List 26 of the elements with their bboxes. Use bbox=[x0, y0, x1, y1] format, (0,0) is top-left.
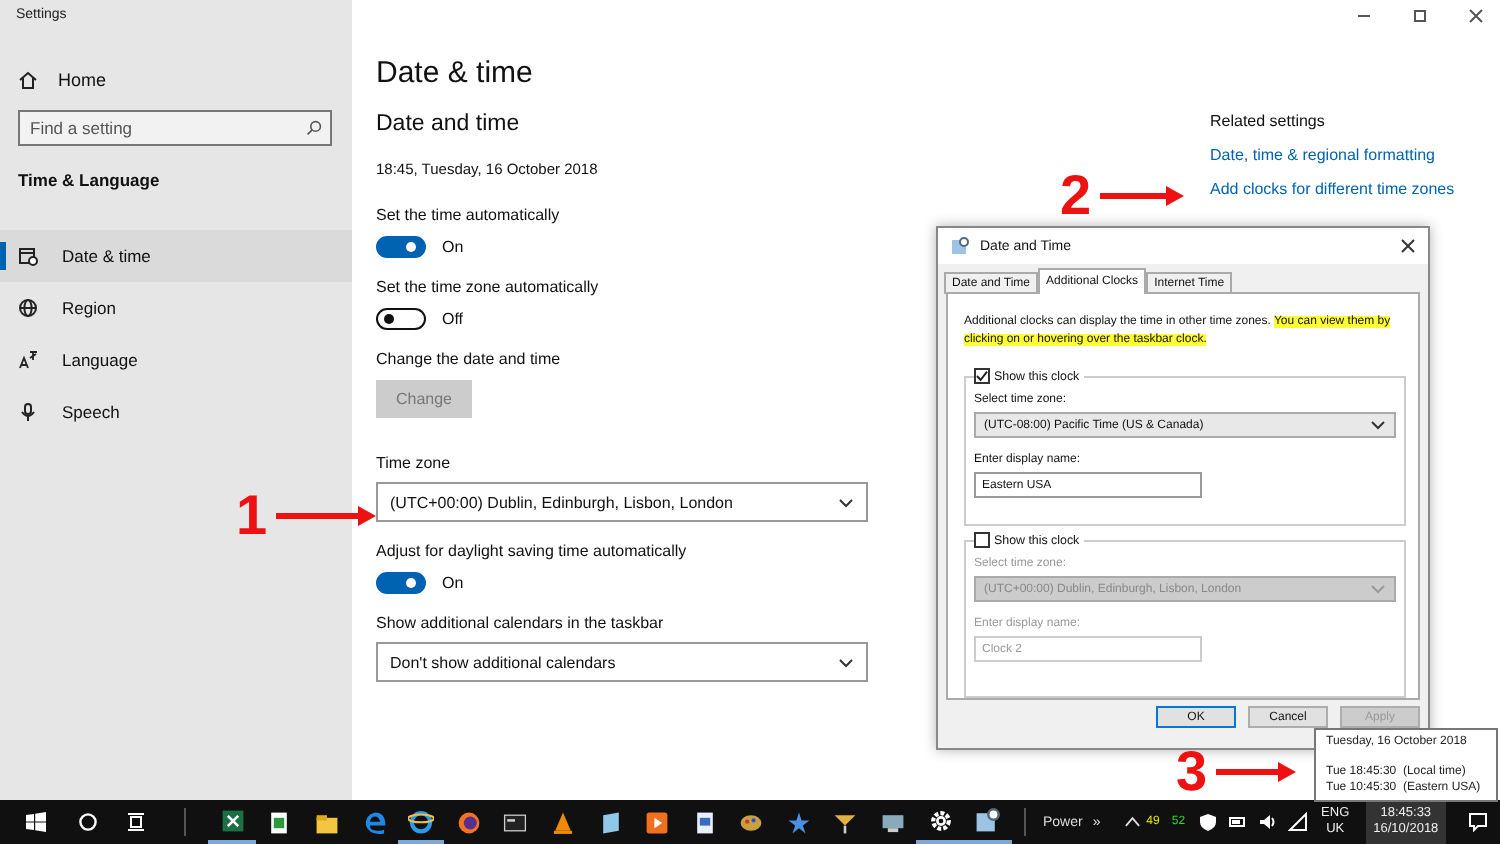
section-heading: Time & Language bbox=[18, 170, 162, 190]
setting-label: Show additional calendars in the taskbar bbox=[376, 614, 666, 632]
setting-label: Set the time automatically bbox=[376, 206, 562, 224]
home-nav-item[interactable]: Home bbox=[18, 70, 352, 90]
related-link[interactable]: Add clocks for different time zones bbox=[1210, 180, 1455, 198]
setting-label: Set the time zone automatically bbox=[376, 278, 601, 296]
dropdown[interactable]: (UTC+00:00) Dublin, Edinburgh, Lisbon, London bbox=[376, 482, 868, 522]
search-field[interactable]: Find a setting bbox=[18, 110, 332, 146]
sidebar-item[interactable]: Date & time bbox=[0, 230, 352, 282]
setting-label: Change the date and time bbox=[376, 350, 563, 368]
sidebar-item[interactable]: Speech bbox=[0, 386, 352, 438]
sidebar-item[interactable]: Region bbox=[0, 282, 352, 334]
dropdown[interactable]: Don't show additional calendars bbox=[376, 642, 868, 682]
page-title: Date & time bbox=[376, 56, 535, 90]
related-settings-heading: Related settings bbox=[1210, 112, 1327, 130]
section-heading: Date and time bbox=[376, 112, 522, 136]
annotation-number: 2 bbox=[1060, 168, 1092, 224]
toggle-state: Off bbox=[442, 310, 464, 328]
setting-label: Adjust for daylight saving time automatically bbox=[376, 542, 689, 560]
annotation-number: 3 bbox=[1176, 744, 1208, 800]
related-link[interactable]: Date, time & regional formatting bbox=[1210, 146, 1455, 164]
toggle-state: On bbox=[442, 238, 464, 256]
setting-label: Time zone bbox=[376, 454, 453, 472]
sidebar-item[interactable]: Language bbox=[0, 334, 352, 386]
toggle-state: On bbox=[442, 574, 464, 592]
annotation-number: 1 bbox=[236, 488, 268, 544]
